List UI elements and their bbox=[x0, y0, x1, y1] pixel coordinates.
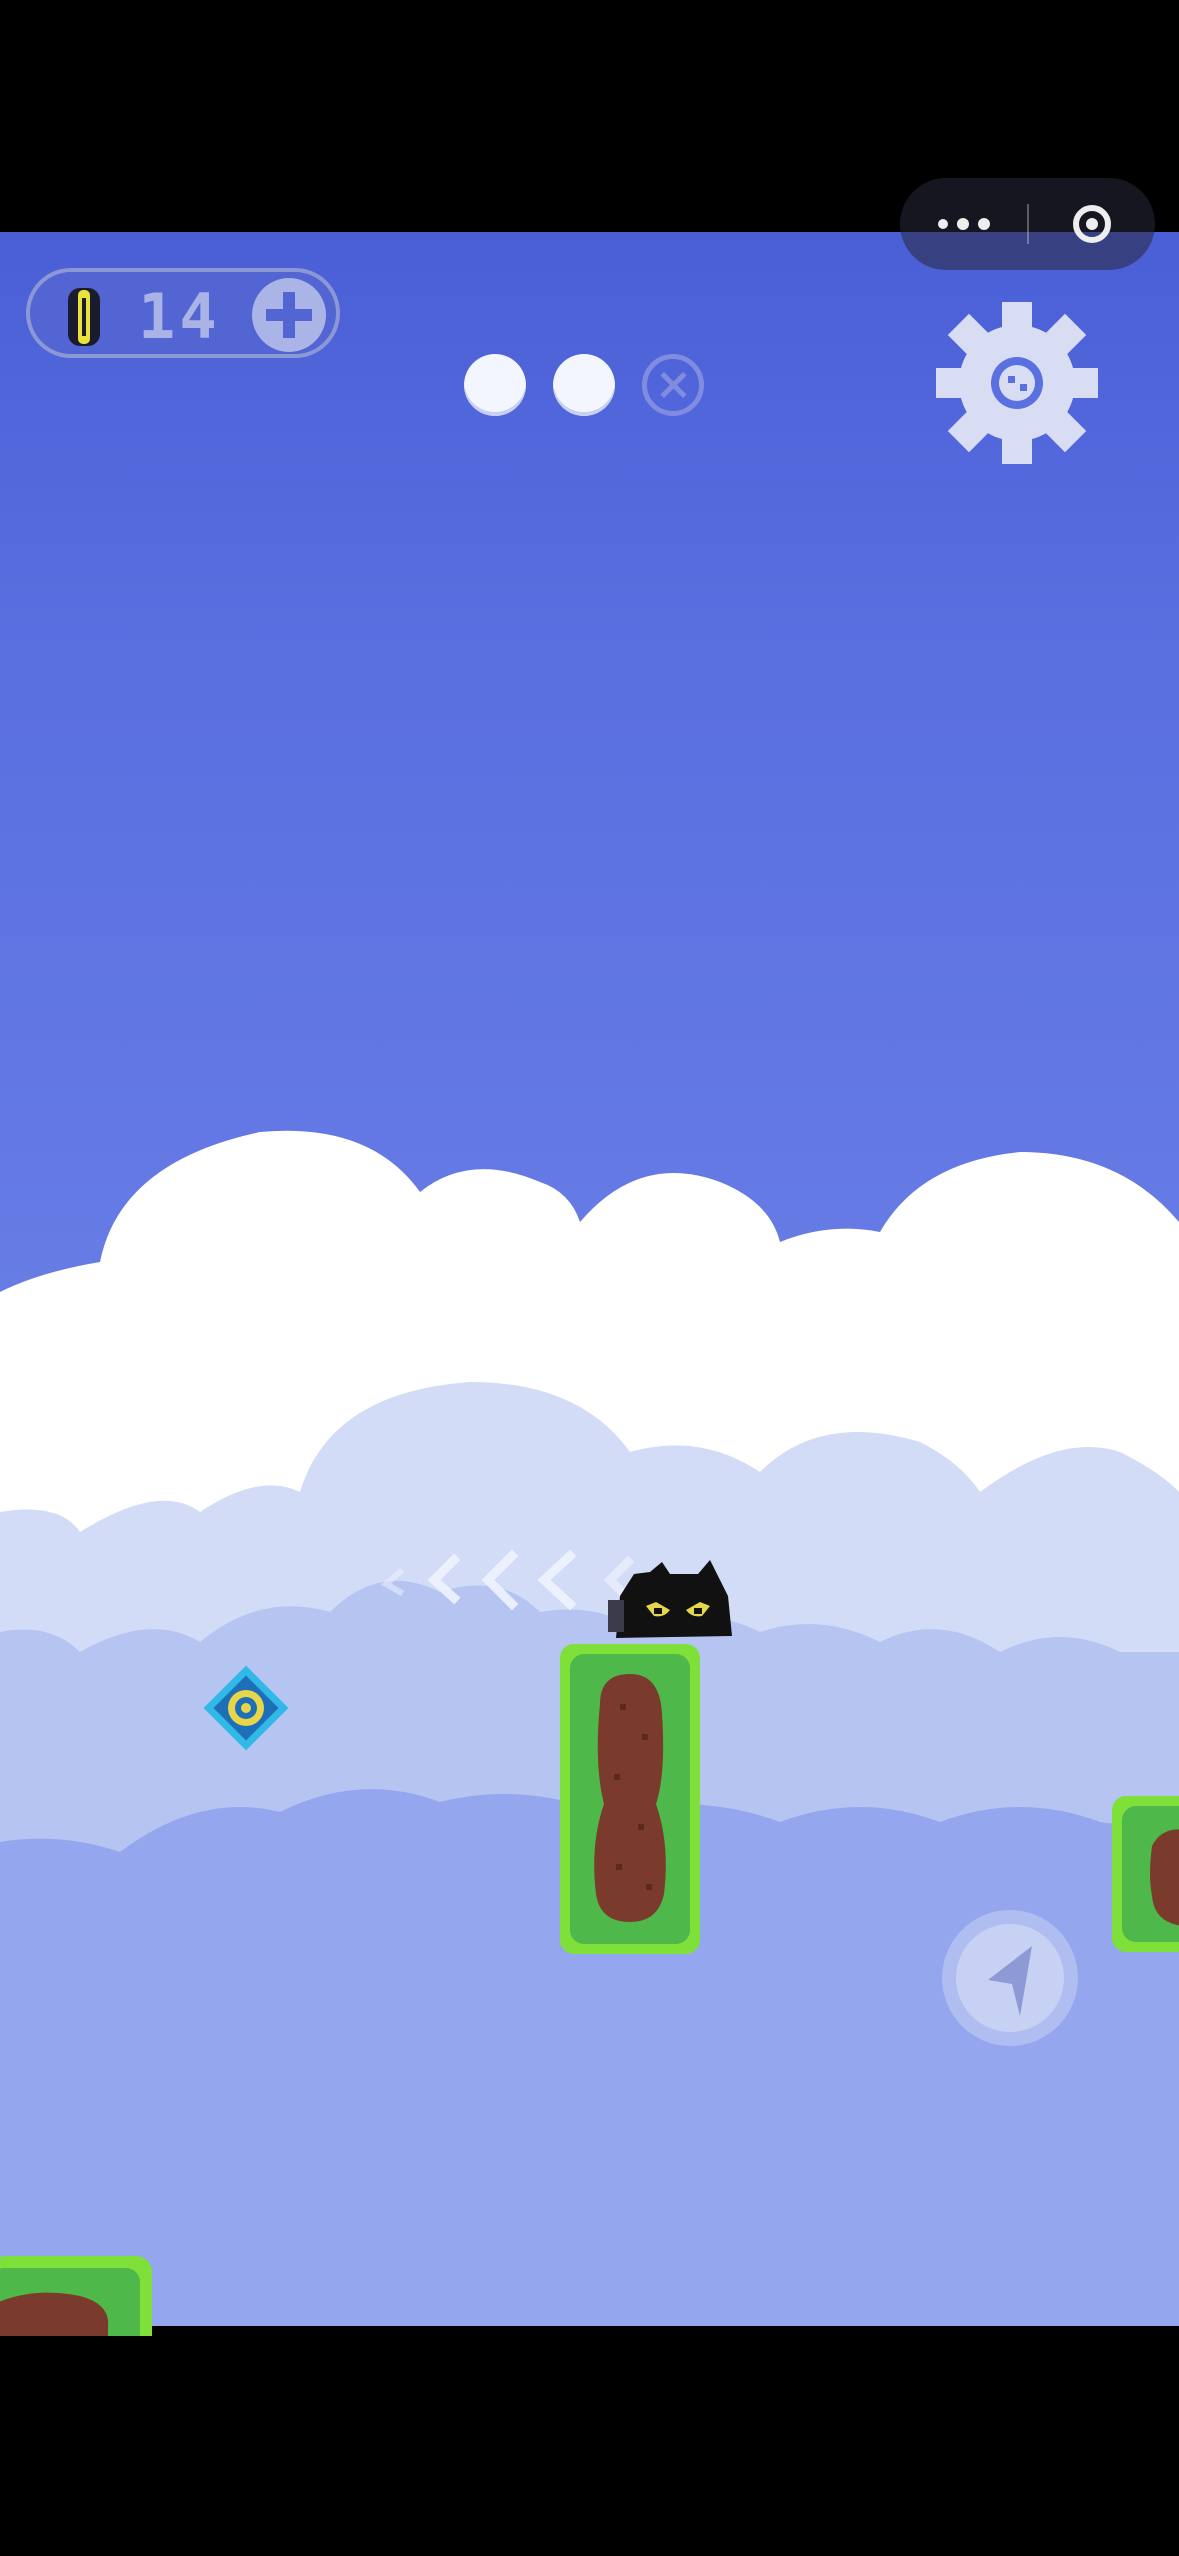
player-cat bbox=[608, 1560, 732, 1638]
platform bbox=[0, 2256, 152, 2336]
gear-icon bbox=[936, 302, 1098, 464]
mini-program-capsule bbox=[900, 178, 1155, 270]
platform bbox=[1112, 1796, 1179, 1952]
jump-button[interactable] bbox=[940, 1908, 1080, 2048]
coin-counter: 14 bbox=[26, 268, 340, 358]
life-indicator-3 bbox=[642, 354, 704, 416]
target-circle-icon bbox=[1073, 205, 1111, 243]
coin-icon bbox=[68, 288, 100, 346]
settings-button[interactable] bbox=[934, 300, 1100, 466]
diamond-target-icon bbox=[203, 1665, 289, 1751]
objective-marker bbox=[203, 1665, 289, 1751]
platform bbox=[560, 1644, 700, 1954]
more-dots-icon bbox=[937, 218, 990, 230]
coin-count: 14 bbox=[138, 280, 221, 353]
more-button[interactable] bbox=[900, 218, 1027, 230]
close-button[interactable] bbox=[1029, 205, 1155, 243]
game-canvas[interactable] bbox=[0, 232, 1179, 2326]
life-indicator-2 bbox=[553, 354, 615, 416]
life-indicator-1 bbox=[464, 354, 526, 416]
add-coins-button[interactable] bbox=[252, 278, 326, 352]
